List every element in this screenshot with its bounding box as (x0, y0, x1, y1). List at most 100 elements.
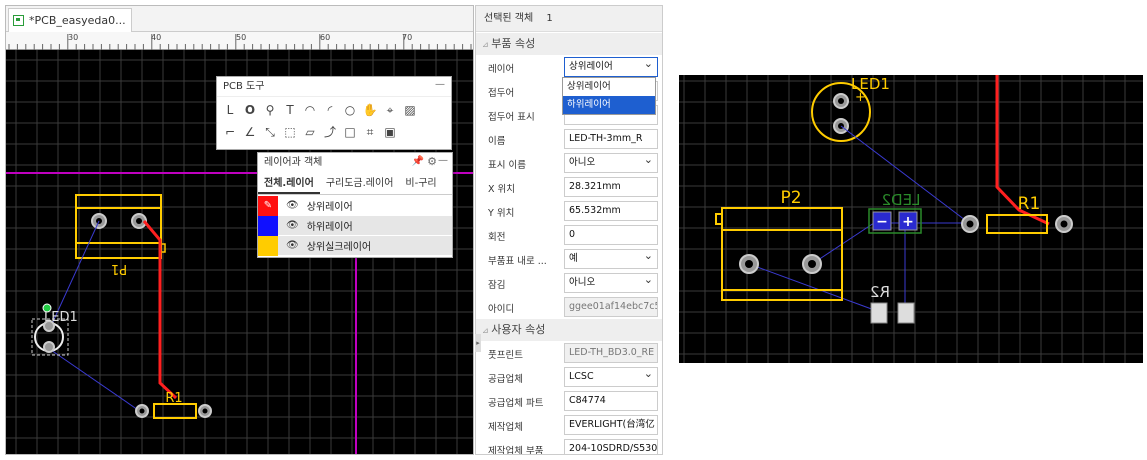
ruler-label: 50 (236, 33, 247, 42)
rect-select-icon[interactable]: ⬚ (283, 125, 297, 139)
prop-label: 표시 이름 (488, 160, 526, 171)
prop-label: 잠김 (488, 280, 506, 291)
angle-icon[interactable]: ∠ (243, 125, 257, 139)
prop-row-y: Y 위치 65.532mm (476, 199, 662, 223)
panel-collapse-handle[interactable]: ▸ (475, 334, 481, 352)
footprint-field: LED-TH_BD3.0_RE (564, 343, 658, 363)
prop-row-locked: 잠김 아니오 (476, 271, 662, 295)
footprint-led2[interactable]: − + LED2 (868, 191, 922, 234)
layer-name: 하위레이어 (306, 222, 353, 233)
name-input[interactable]: LED-TH-3mm_R (564, 129, 658, 149)
show-name-select[interactable]: 아니오 (564, 153, 658, 173)
pcb-editor: *PCB_easyeda0... 30 40 50 60 70 P1 LED1 … (5, 5, 474, 455)
dropdown-option[interactable]: 하위레이어 (563, 96, 655, 114)
document-tab[interactable]: *PCB_easyeda0... (8, 8, 132, 32)
layer-select[interactable]: 상위레이어 (564, 57, 658, 77)
layer-color-swatch[interactable]: ✎ (258, 195, 278, 216)
layer-name: 상위실크레이어 (306, 242, 372, 253)
connect-icon[interactable]: ⤴ (323, 125, 337, 139)
locked-select[interactable]: 아니오 (564, 273, 658, 293)
ruler-label: 60 (320, 33, 331, 42)
tab-non-copper[interactable]: 비-구리 (399, 173, 442, 194)
supplier-select[interactable]: LCSC (564, 367, 658, 387)
section-title: 부품 속성 (491, 37, 536, 50)
prop-label: 접두어 (488, 88, 515, 99)
ruler-label: 30 (68, 33, 79, 42)
route-track-icon[interactable]: ᒪ (223, 103, 237, 117)
footprint-r1[interactable]: R1 (135, 391, 212, 419)
custom-attributes-section[interactable]: ⊿ 사용자 속성 (476, 319, 662, 341)
prop-label: 제작업체 부품 (488, 446, 544, 455)
y-position-input[interactable]: 65.532mm (564, 201, 658, 221)
id-field: ggee01af14ebc7c5c (564, 297, 658, 317)
via-icon[interactable]: ⚲ (263, 103, 277, 117)
manufacturer-part-input[interactable]: 204-10SDRD/S530- (564, 439, 658, 454)
r2-label: R2 (870, 283, 890, 301)
layer-dropdown-list: 상위레이어 하위레이어 (562, 77, 656, 115)
eye-icon[interactable]: 👁 (286, 200, 299, 211)
layer-row[interactable]: 👁 하위레이어 (258, 215, 452, 236)
layer-row[interactable]: 👁 상위실크레이어 (258, 235, 452, 256)
track[interactable] (142, 220, 178, 400)
tab-all-layers[interactable]: 전체.레이어 (258, 173, 320, 194)
circle-icon[interactable]: ○ (343, 103, 357, 117)
minimize-button[interactable]: — (438, 155, 448, 166)
ruler-label: 40 (151, 33, 162, 42)
prop-row-rotation: 회전 0 (476, 223, 662, 247)
r1-label: R1 (165, 391, 182, 406)
p1-label: P1 (111, 261, 127, 276)
arc-icon[interactable]: ◠ (303, 103, 317, 117)
footprint-r2[interactable]: R2 (870, 283, 915, 324)
dimension-icon[interactable]: ⤡ (263, 125, 277, 139)
solid-region-icon[interactable]: ▱ (303, 125, 317, 139)
x-position-input[interactable]: 28.321mm (564, 177, 658, 197)
manufacturer-input[interactable]: EVERLIGHT(台湾亿 (564, 415, 658, 435)
text-icon[interactable]: T (283, 103, 297, 117)
prop-label: 레이어 (488, 64, 515, 75)
eye-icon[interactable]: 👁 (286, 220, 299, 231)
minimize-button[interactable]: — (435, 79, 445, 90)
hand-icon[interactable]: ✋ (363, 103, 378, 117)
prop-row-show-name: 표시 이름 아니오 (476, 151, 662, 175)
prop-label: 제작업체 (488, 422, 523, 433)
prop-label: X 위치 (488, 184, 516, 195)
dropdown-option[interactable]: 상위레이어 (563, 78, 655, 96)
image-icon[interactable]: ▨ (403, 103, 417, 117)
footprint-led1[interactable]: LED1 + (811, 75, 890, 142)
tab-copper-layers[interactable]: 구리도금.레이어 (320, 173, 400, 194)
collapse-icon[interactable]: ⊿ (482, 326, 491, 335)
prop-row-x: X 위치 28.321mm (476, 175, 662, 199)
plus-mark: + (902, 214, 914, 230)
horizontal-ruler: 30 40 50 60 70 (6, 32, 473, 50)
arc2-icon[interactable]: ◜ (323, 103, 337, 117)
rotation-input[interactable]: 0 (564, 225, 658, 245)
selected-label: 선택된 객체 (484, 13, 534, 24)
bom-select[interactable]: 예 (564, 249, 658, 269)
led1-label: LED1 (44, 310, 78, 325)
footprint-p2[interactable]: P2 (715, 188, 843, 301)
pcb-file-icon (13, 15, 24, 26)
prop-row-manufacturer-part: 제작업체 부품 204-10SDRD/S530- (476, 437, 662, 455)
pcb-preview-canvas[interactable]: LED1 + P2 − + LED2 R1 R2 (679, 75, 1143, 363)
prop-row-footprint: 풋프린트 LED-TH_BD3.0_RE (476, 341, 662, 365)
pin-icon[interactable]: 📌 (412, 156, 424, 167)
prop-label: 접두어 표시 (488, 112, 535, 123)
prop-label: 풋프린트 (488, 350, 523, 361)
pcb-tools-title: PCB 도구 (217, 77, 451, 97)
line-icon[interactable]: ⌐ (223, 125, 237, 139)
cross-icon[interactable]: ⌖ (383, 103, 397, 117)
supplier-part-input[interactable]: C84774 (564, 391, 658, 411)
minus-mark: − (876, 214, 888, 230)
rectangle-icon[interactable]: □ (343, 125, 357, 139)
gear-icon[interactable]: ⚙ (427, 155, 437, 168)
layer-color-swatch[interactable] (258, 215, 278, 236)
ruler-icon[interactable]: ⌗ (363, 125, 377, 139)
ruler-label: 70 (402, 33, 413, 42)
pad-icon[interactable]: O (243, 103, 257, 117)
eye-icon[interactable]: 👁 (286, 240, 299, 251)
collapse-icon[interactable]: ⊿ (482, 40, 491, 49)
part-attributes-section[interactable]: ⊿ 부품 속성 (476, 33, 662, 55)
copper-area-icon[interactable]: ▣ (383, 125, 397, 139)
layer-row[interactable]: ✎ 👁 상위레이어 (258, 195, 452, 216)
layer-color-swatch[interactable] (258, 235, 278, 256)
